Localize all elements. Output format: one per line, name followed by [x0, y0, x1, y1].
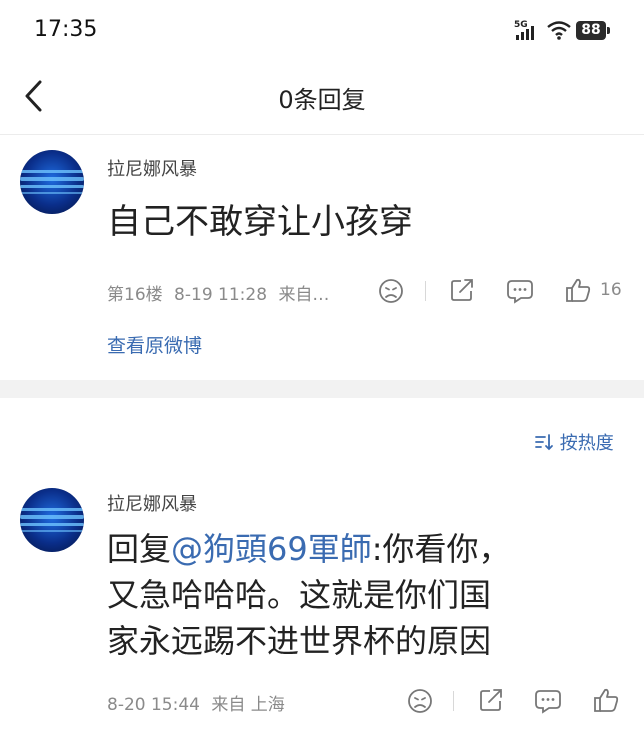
- reply-line-1-rest: :你看你，: [371, 530, 511, 568]
- dislike-face-icon[interactable]: [407, 688, 433, 714]
- mention-link[interactable]: @狗頭69軍師: [171, 530, 372, 568]
- reply-prefix: 回复: [107, 530, 172, 568]
- comment-meta: 第16楼 8-19 11:28 来自…: [107, 280, 329, 305]
- avatar[interactable]: [20, 488, 84, 552]
- dislike-face-icon[interactable]: [378, 278, 404, 304]
- comment-bubble-icon[interactable]: [534, 688, 562, 714]
- comment-username[interactable]: 拉尼娜风暴: [107, 155, 197, 181]
- comment-datetime: 8-19 11:28: [174, 285, 268, 305]
- status-time: 17:35: [34, 17, 98, 42]
- reply-line-1: 回复@狗頭69軍師:你看你，: [107, 526, 627, 572]
- reply-datetime: 8-20 15:44: [107, 695, 200, 715]
- avatar[interactable]: [20, 150, 84, 214]
- comment-floor: 第16楼: [107, 285, 163, 305]
- sort-icon: [535, 434, 553, 451]
- action-separator: [453, 691, 454, 711]
- navigation-bar: 0条回复: [0, 58, 644, 135]
- reply-line-3: 家永远踢不进世界杯的原因: [107, 622, 492, 660]
- thumbs-up-icon[interactable]: [592, 687, 620, 713]
- svg-text:5G: 5G: [514, 20, 528, 30]
- reply-line-2: 又急哈哈哈。这就是你们国: [107, 576, 492, 614]
- sort-by-hot-button[interactable]: 按热度: [534, 429, 614, 455]
- thumbs-up-icon[interactable]: [564, 277, 592, 303]
- share-icon[interactable]: [449, 277, 475, 303]
- reply-meta: 8-20 15:44 来自 上海: [107, 690, 285, 715]
- comment-text: 自己不敢穿让小孩穿: [107, 202, 413, 242]
- page-title: 0条回复: [278, 86, 366, 114]
- wifi-icon: [547, 21, 571, 40]
- reply-username[interactable]: 拉尼娜风暴: [107, 490, 197, 516]
- share-icon[interactable]: [478, 687, 504, 713]
- cellular-signal-icon: 5G: [514, 20, 534, 40]
- status-bar: 17:35 5G 88: [0, 0, 644, 58]
- like-count: 16: [600, 280, 622, 300]
- reply-text: 回复@狗頭69軍師:你看你， 又急哈哈哈。这就是你们国 家永远踢不进世界杯的原因: [107, 526, 627, 664]
- battery-indicator: 88: [576, 21, 610, 40]
- reply-source: 来自 上海: [211, 695, 285, 715]
- comment-source: 来自…: [278, 285, 330, 305]
- comment-bubble-icon[interactable]: [506, 278, 534, 304]
- sort-label: 按热度: [559, 433, 614, 454]
- action-separator: [425, 281, 426, 301]
- view-original-weibo-link[interactable]: 查看原微博: [107, 331, 202, 358]
- section-divider: [0, 380, 644, 398]
